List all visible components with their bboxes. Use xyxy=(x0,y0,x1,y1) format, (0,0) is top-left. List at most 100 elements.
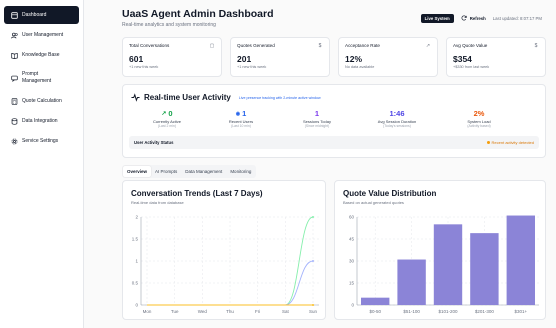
metric-sub: (Last 10 min) xyxy=(231,124,251,128)
sidebar-item-data-integration[interactable]: Data Integration xyxy=(4,112,79,130)
stat-value: 601 xyxy=(129,54,144,64)
x-tick-label: Tue xyxy=(171,309,179,314)
sidebar-item-label: Service Settings xyxy=(22,137,59,144)
chart-title: Quote Value Distribution xyxy=(343,189,437,198)
series-point xyxy=(312,260,314,262)
stat-label: Quotes Generated xyxy=(237,43,275,48)
tab-ai-prompts[interactable]: AI Prompts xyxy=(151,166,181,177)
metric-sub: (Since midnight) xyxy=(304,124,330,128)
x-tick-label: Sun xyxy=(309,309,318,314)
y-tick-label: 1 xyxy=(135,259,138,264)
y-tick-label: 2 xyxy=(135,215,138,220)
chart-subtitle: Based on actual generated quotes xyxy=(343,200,404,205)
y-tick-label: 0.5 xyxy=(132,281,139,286)
dollar-icon: $ xyxy=(534,43,538,49)
metric-value-row: ◉ 1 xyxy=(211,109,271,118)
status-text: Recent activity detected xyxy=(491,140,534,145)
activity-header: Real-time User Activity Live presence tr… xyxy=(131,93,321,102)
dashboard-tabs: Overview AI Prompts Data Management Moni… xyxy=(122,165,257,178)
conversation-trends-card: Conversation Trends (Last 7 Days) Real-t… xyxy=(122,180,326,320)
stat-sub: +1 new this week xyxy=(129,65,159,69)
sidebar-item-user-management[interactable]: User Management xyxy=(4,26,79,44)
bar xyxy=(506,215,535,305)
stat-sub: No data available xyxy=(345,65,375,69)
activity-note: Live presence tracking with 2-minute act… xyxy=(238,95,321,100)
sidebar: Dashboard User Management Knowledge Base… xyxy=(0,0,84,328)
stat-sub: +1 new this week xyxy=(237,65,267,69)
sidebar-item-quote-calculation[interactable]: Quote Calculation xyxy=(4,92,79,110)
realtime-activity-panel: Real-time User Activity Live presence tr… xyxy=(122,84,546,158)
y-tick-label: 15 xyxy=(349,281,355,286)
quote-distribution-card: Quote Value Distribution Based on actual… xyxy=(334,180,546,320)
x-tick-label: $201-300 xyxy=(475,309,495,314)
metric-recent-users: ◉ 1 Recent Users (Last 10 min) xyxy=(211,109,271,128)
stat-card-avg-quote-value: Avg Quote Value $ $354 +$330 from last w… xyxy=(446,37,546,77)
y-tick-label: 45 xyxy=(349,237,355,242)
y-tick-label: 30 xyxy=(349,259,355,264)
metric-sub: (Last 2 min) xyxy=(158,124,176,128)
y-tick-label: 0 xyxy=(135,303,138,308)
calculator-icon xyxy=(10,97,18,105)
activity-icon: ↗ xyxy=(161,111,167,117)
live-system-badge: Live System xyxy=(420,13,454,23)
status-dot xyxy=(486,141,490,144)
status-indicator: Recent activity detected xyxy=(486,140,534,145)
page-header: UaaS Agent Admin Dashboard Real-time ana… xyxy=(122,8,274,28)
sidebar-item-knowledge-base[interactable]: Knowledge Base xyxy=(4,46,79,64)
metric-value: 1:46 xyxy=(389,109,405,118)
status-label: User Activity Status xyxy=(134,140,174,145)
metric-value: 1 xyxy=(242,109,247,118)
x-tick-label: Mon xyxy=(143,309,152,314)
x-tick-label: Thu xyxy=(226,309,234,314)
metric-currently-active: ↗ 0 Currently Active (Last 2 min) xyxy=(137,109,197,128)
x-tick-label: Fri xyxy=(255,309,260,314)
stat-value: $354 xyxy=(453,54,472,64)
chart-subtitle: Real-time data from database xyxy=(131,200,184,205)
sidebar-item-service-settings[interactable]: Service Settings xyxy=(4,132,79,150)
stat-label: Total Conversations xyxy=(129,43,170,48)
sidebar-item-label: Data Integration xyxy=(22,117,58,124)
trending-icon: ↗ xyxy=(425,43,431,49)
tab-data-management[interactable]: Data Management xyxy=(181,166,226,177)
metric-sub: (Today's sessions) xyxy=(383,124,411,128)
page-subtitle: Real-time analytics and system monitorin… xyxy=(122,22,216,28)
last-updated: Last updated: 8:07:17 PM xyxy=(492,15,542,21)
sidebar-item-label: Dashboard xyxy=(22,11,47,18)
refresh-icon xyxy=(461,15,467,21)
stat-value: 201 xyxy=(237,54,252,64)
x-tick-label: Wed xyxy=(198,309,208,314)
tab-monitoring[interactable]: Monitoring xyxy=(226,166,255,177)
stat-value: 12% xyxy=(345,54,363,64)
stat-sub: +$330 from last week xyxy=(453,65,490,69)
main-content: UaaS Agent Admin Dashboard Real-time ana… xyxy=(84,0,556,328)
bar xyxy=(397,259,426,305)
message-icon xyxy=(10,74,18,82)
stat-card-acceptance-rate: Acceptance Rate ↗ 12% No data available xyxy=(338,37,438,77)
refresh-label: Refresh xyxy=(469,15,486,21)
x-tick-label: $101-200 xyxy=(438,309,458,314)
stat-label: Avg Quote Value xyxy=(453,43,488,48)
users-icon xyxy=(10,31,18,39)
bar xyxy=(470,233,499,305)
database-icon xyxy=(10,117,18,125)
chat-icon: ▢ xyxy=(209,43,215,49)
refresh-button[interactable]: Refresh xyxy=(458,13,489,23)
sidebar-item-dashboard[interactable]: Dashboard xyxy=(4,6,79,24)
metric-system-load: 2% System Load (Activity based) xyxy=(449,109,509,128)
metric-sub: (Activity based) xyxy=(467,124,491,128)
x-tick-label: $0-50 xyxy=(369,309,381,314)
metric-value: 2% xyxy=(473,109,485,118)
conversation-trends-chart: 0 0.5 1 1.5 2 Mon Tue Wed Thu Fri Sat Sun xyxy=(132,215,319,314)
metric-avg-session-duration: 1:46 Avg Session Duration (Today's sessi… xyxy=(367,109,427,128)
metric-value-row: ↗ 0 xyxy=(137,109,197,118)
stat-label: Acceptance Rate xyxy=(345,43,380,48)
x-tick-label: $51-100 xyxy=(403,309,420,314)
metric-sessions-today: 1 Sessions Today (Since midnight) xyxy=(287,109,347,128)
tab-overview[interactable]: Overview xyxy=(123,166,152,177)
stat-card-total-conversations: Total Conversations ▢ 601 +1 new this we… xyxy=(122,37,222,77)
eye-icon: ◉ xyxy=(235,110,241,117)
pulse-icon xyxy=(131,93,140,102)
bar xyxy=(361,297,390,305)
series-point xyxy=(312,304,314,306)
sidebar-item-prompt-management[interactable]: Prompt Management xyxy=(4,66,79,90)
